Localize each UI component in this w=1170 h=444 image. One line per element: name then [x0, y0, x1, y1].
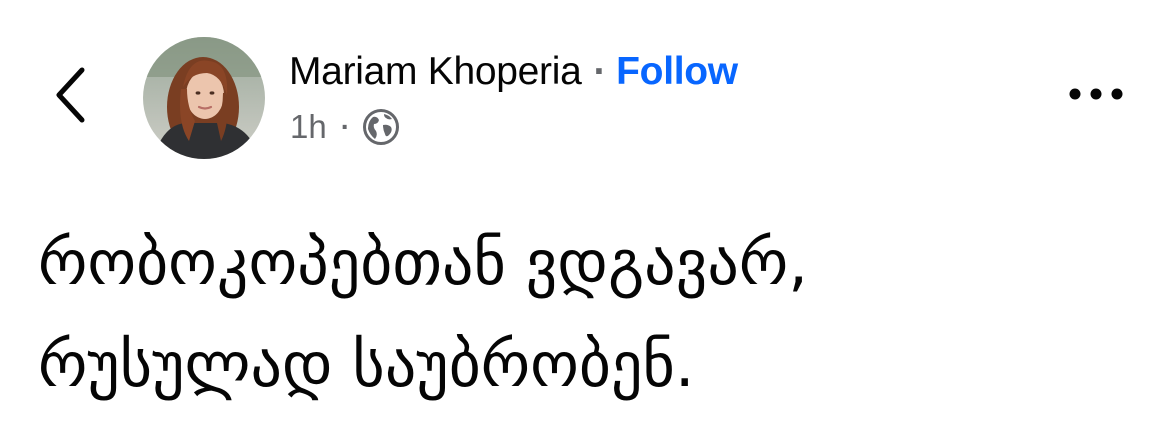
more-horizontal-icon	[1068, 87, 1124, 106]
more-options-button[interactable]	[1062, 72, 1130, 120]
back-button[interactable]	[40, 62, 100, 132]
author-separator: ·	[593, 50, 607, 93]
post-text-line: რობოკოპებთან ვდგავარ,	[38, 226, 808, 299]
avatar-photo	[143, 37, 265, 159]
author-line: Mariam Khoperia · Follow	[289, 46, 738, 98]
post-meta: 1h ·	[290, 104, 400, 150]
meta-separator: ·	[340, 111, 351, 142]
author-name[interactable]: Mariam Khoperia	[289, 50, 582, 94]
post-text: რობოკოპებთან ვდგავარ, რუსულად საუბრობენ.	[38, 212, 1138, 416]
post-text-line: რუსულად საუბრობენ.	[38, 328, 695, 401]
post-timestamp[interactable]: 1h	[290, 108, 327, 146]
avatar[interactable]	[143, 37, 265, 159]
follow-button[interactable]: Follow	[616, 50, 738, 94]
chevron-left-icon	[53, 66, 87, 129]
post-header: Mariam Khoperia · Follow 1h ·	[0, 0, 1170, 170]
globe-icon	[362, 108, 400, 146]
